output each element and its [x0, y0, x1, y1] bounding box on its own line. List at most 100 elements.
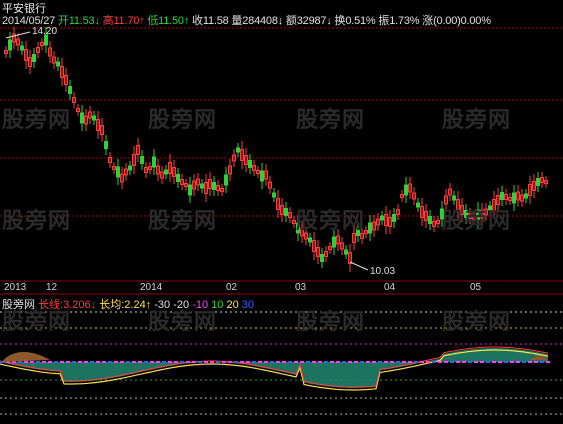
turnover-value: 0.51% — [345, 15, 376, 27]
zero-line-dot — [516, 361, 520, 363]
candle-body — [68, 86, 72, 94]
candle-body — [308, 237, 312, 243]
low-price-marker: 10.03 — [370, 266, 396, 277]
candle-body — [524, 193, 528, 199]
date-tick-04: 04 — [384, 282, 396, 293]
zero-line-dot — [324, 361, 328, 363]
zero-line-dot — [192, 361, 196, 363]
zero-line-dot — [180, 361, 184, 363]
change-label: 涨 — [422, 15, 434, 27]
zero-line-dot — [174, 361, 178, 363]
candle-body — [200, 183, 204, 189]
zero-line-dot — [510, 361, 514, 363]
zero-line-dot — [534, 361, 538, 363]
candle-body — [368, 222, 372, 234]
low-arrow: ↑ — [183, 15, 190, 27]
zero-line-dot — [96, 361, 100, 363]
zero-line-dot — [438, 361, 442, 363]
zero-line-dot — [450, 361, 454, 363]
zero-line-dot — [150, 361, 154, 363]
low-marker-line — [349, 261, 369, 271]
long-avg-label: 长均: — [99, 299, 125, 311]
zero-line-dot — [546, 361, 550, 363]
zero-line-dot — [156, 361, 160, 363]
low-label: 低 — [147, 15, 159, 27]
zero-line-dot — [426, 361, 430, 363]
zero-line-dot — [246, 361, 250, 363]
candle-body — [224, 174, 228, 186]
zero-line-dot — [504, 361, 508, 363]
candle-body — [152, 156, 156, 168]
zero-line-dot — [132, 361, 136, 363]
zero-line-dot — [216, 361, 220, 363]
date-tick-05: 05 — [470, 282, 482, 293]
watermark-7: 股旁网 — [296, 208, 366, 233]
change-pct: 0.00% — [460, 15, 491, 27]
zero-line-dot — [486, 361, 490, 363]
high-value: 11.70 — [113, 15, 140, 27]
zero-line-dot — [354, 361, 358, 363]
zero-line-dot — [492, 361, 496, 363]
zero-line-dot — [42, 361, 46, 363]
level-30: 30 — [241, 299, 255, 311]
zero-line-dot — [444, 361, 448, 363]
candle-body — [260, 170, 264, 182]
zero-line-dot — [294, 361, 298, 363]
candle-body — [8, 39, 12, 51]
zero-line-dot — [90, 361, 94, 363]
zero-line-dot — [24, 361, 28, 363]
candle-body — [320, 254, 324, 262]
candle-body — [236, 147, 240, 153]
volume-arrow: ↓ — [277, 15, 284, 27]
long-line-arrow: ↓ — [90, 299, 97, 311]
zero-line-dot — [138, 361, 142, 363]
zero-line-dot — [360, 361, 364, 363]
zero-line-dot — [336, 361, 340, 363]
low-value: 11.50 — [158, 15, 184, 27]
zero-line-dot — [228, 361, 232, 363]
zero-line-dot — [432, 361, 436, 363]
candle-body — [536, 178, 540, 186]
zero-line-dot — [366, 361, 370, 363]
zero-line-dot — [396, 361, 400, 363]
zero-line-dot — [408, 361, 412, 363]
watermark-10: 股旁网 — [148, 309, 218, 334]
watermark-4: 股旁网 — [442, 107, 512, 132]
candle-body — [128, 165, 132, 171]
zero-line-dot — [162, 361, 166, 363]
open-value: 11.53 — [68, 15, 95, 27]
zero-line-dot — [36, 361, 40, 363]
zero-line-dot — [168, 361, 172, 363]
high-arrow: ↑ — [139, 15, 145, 27]
zero-line-dot — [210, 361, 214, 363]
candle-body — [56, 61, 60, 67]
level-20: 20 — [226, 299, 239, 311]
change-value: (0.00) — [433, 15, 461, 27]
candle-body — [512, 192, 516, 204]
candle-body — [92, 115, 96, 121]
zero-line-dot — [456, 361, 460, 363]
candle-body — [32, 54, 36, 62]
date-tick-03: 03 — [295, 282, 307, 293]
zero-line-dot — [102, 361, 106, 363]
watermark-2: 股旁网 — [148, 107, 218, 132]
zero-line-dot — [78, 361, 82, 363]
zero-line-dot — [282, 361, 286, 363]
zero-line-dot — [66, 361, 70, 363]
zero-line-dot — [420, 361, 424, 363]
amplitude-label: 振 — [378, 15, 390, 27]
zero-line-dot — [528, 361, 532, 363]
indicator-area — [0, 348, 548, 388]
zero-line-dot — [468, 361, 472, 363]
amplitude-value: 1.73% — [389, 15, 420, 27]
zero-line-dot — [342, 361, 346, 363]
zero-line-dot — [348, 361, 352, 363]
candle-body — [428, 216, 432, 224]
volume-label: 量 — [231, 15, 243, 27]
candle-body — [404, 184, 408, 196]
candle-body — [104, 141, 108, 149]
zero-line-dot — [54, 361, 58, 363]
volume-value: 284408 — [242, 15, 278, 27]
zero-line-dot — [198, 361, 202, 363]
candle-body — [332, 236, 336, 248]
